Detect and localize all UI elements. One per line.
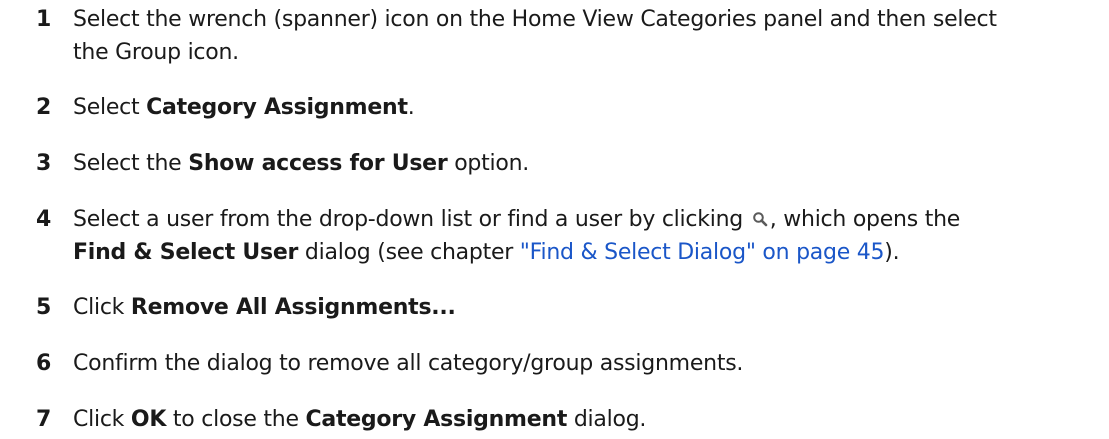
step-text-line: the Group icon.: [73, 40, 239, 65]
step-text-segment: Select a user from the drop-down list or…: [73, 207, 750, 232]
ui-term-remove-all-assignments: Remove All Assignments...: [130, 295, 456, 320]
step-text: Select a user from the drop-down list or…: [73, 203, 1103, 269]
step-number: 3: [36, 151, 52, 176]
step-text-segment: ).: [884, 240, 900, 265]
cross-reference-link[interactable]: "Find & Select Dialog" on page 45: [520, 240, 885, 265]
magnifier-icon: [752, 211, 768, 227]
step-text: Select the Show access for User option.: [73, 147, 1103, 180]
step-text-segment: dialog.: [567, 407, 647, 432]
step-text: Confirm the dialog to remove all categor…: [73, 347, 1103, 380]
ui-term-find-select-user: Find & Select User: [73, 240, 299, 265]
step-text-segment: dialog (see chapter: [298, 240, 520, 265]
step-text-segment: Confirm the dialog to remove all categor…: [73, 351, 744, 376]
step-number: 6: [36, 351, 52, 376]
step-number: 2: [36, 95, 52, 120]
step-text-segment: Click: [73, 295, 131, 320]
step-text-segment: Select the: [73, 151, 189, 176]
step-text: Select the wrench (spanner) icon on the …: [73, 3, 1103, 69]
step-number: 4: [36, 207, 52, 232]
ui-term-category-assignment: Category Assignment: [305, 407, 568, 432]
step-text-segment: Click: [73, 407, 131, 432]
step-text: Click Remove All Assignments...: [73, 291, 1103, 324]
step-number: 7: [36, 407, 52, 432]
ui-term-category-assignment: Category Assignment: [146, 95, 408, 120]
ui-term-show-access-for-user: Show access for User: [188, 151, 448, 176]
step-text-line: Select the wrench (spanner) icon on the …: [73, 7, 997, 32]
step-text-segment: .: [407, 95, 415, 120]
step-number: 5: [36, 295, 52, 320]
step-text-segment: Select: [73, 95, 147, 120]
ui-term-ok: OK: [130, 407, 167, 432]
step-number: 1: [36, 7, 52, 32]
step-text: Click OK to close the Category Assignmen…: [73, 403, 1103, 436]
step-text-segment: , which opens the: [769, 207, 961, 232]
step-text-segment: option.: [447, 151, 530, 176]
step-text: Select Category Assignment.: [73, 91, 1103, 124]
step-text-segment: to close the: [166, 407, 306, 432]
